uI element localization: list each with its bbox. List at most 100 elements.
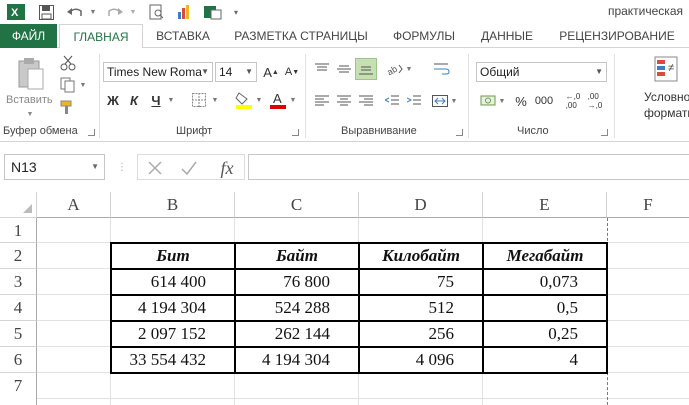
decrease-indent-icon[interactable]	[383, 92, 401, 110]
undo-icon[interactable]	[64, 3, 86, 21]
decrease-font-icon[interactable]: A ▼	[283, 62, 301, 82]
increase-font-icon[interactable]: A ▲	[261, 62, 281, 82]
orientation-icon[interactable]: ab	[385, 60, 405, 78]
name-box[interactable]: N13 ▼	[4, 154, 105, 180]
save-icon[interactable]	[36, 3, 56, 21]
decrease-decimal-icon[interactable]: ,00 →,0	[586, 92, 604, 110]
font-launcher-icon[interactable]	[292, 129, 299, 136]
table-cell[interactable]: 0,25	[484, 324, 578, 344]
table-cell[interactable]: 524 288	[236, 298, 330, 318]
table-cell[interactable]: 262 144	[236, 324, 330, 344]
increase-decimal-icon[interactable]: ←,0,00	[564, 92, 582, 110]
column-header-b[interactable]: B	[111, 192, 235, 218]
row-header-6[interactable]: 6	[0, 347, 37, 373]
number-launcher-icon[interactable]	[601, 129, 608, 136]
font-color-dropdown-icon[interactable]: ▼	[288, 94, 298, 106]
currency-format-icon[interactable]	[478, 92, 498, 110]
tab-formulas[interactable]: ФОРМУЛЫ	[384, 24, 464, 48]
thousands-separator-button[interactable]: 000	[532, 92, 556, 110]
bold-button[interactable]: Ж	[105, 90, 121, 110]
cut-icon[interactable]	[58, 54, 78, 72]
copy-dropdown-icon[interactable]: ▼	[79, 78, 87, 92]
align-middle-icon[interactable]	[335, 60, 353, 78]
table-cell[interactable]: 4 194 304	[236, 350, 330, 370]
table-cell[interactable]: 256	[360, 324, 455, 344]
column-header-a[interactable]: A	[37, 192, 111, 218]
redo-icon[interactable]	[104, 3, 126, 21]
align-center-icon[interactable]	[335, 92, 353, 110]
merge-center-icon[interactable]	[430, 92, 450, 110]
tab-home[interactable]: ГЛАВНАЯ	[59, 24, 143, 49]
column-header-d[interactable]: D	[359, 192, 483, 218]
table-cell[interactable]: 512	[360, 298, 455, 318]
clipboard-launcher-icon[interactable]	[88, 129, 95, 136]
redo-dropdown-icon[interactable]: ▼	[128, 3, 138, 21]
fill-color-icon[interactable]	[234, 90, 254, 110]
table-cell[interactable]: 33 554 432	[112, 350, 207, 370]
underline-dropdown-icon[interactable]: ▼	[166, 94, 176, 106]
enter-icon[interactable]	[178, 157, 200, 179]
cancel-icon[interactable]	[144, 157, 166, 179]
percent-button[interactable]: %	[512, 92, 530, 110]
row-header-2[interactable]: 2	[0, 243, 37, 269]
increase-indent-icon[interactable]	[405, 92, 423, 110]
table-cell[interactable]: 0,073	[484, 272, 578, 292]
customize-toolbar-icon[interactable]: ▾	[230, 3, 242, 21]
font-color-icon[interactable]: A	[268, 90, 288, 110]
row-header-5[interactable]: 5	[0, 321, 37, 347]
number-format-select[interactable]: Общий ▼	[476, 62, 607, 82]
table-cell[interactable]: 4 096	[360, 350, 454, 370]
alignment-launcher-icon[interactable]	[456, 129, 463, 136]
copy-icon[interactable]	[58, 76, 78, 94]
table-cell[interactable]: 75	[360, 272, 454, 292]
table-cell[interactable]: 76 800	[236, 272, 330, 292]
row-header-4[interactable]: 4	[0, 295, 37, 321]
column-header-f[interactable]: F	[607, 192, 689, 218]
row-header-7[interactable]: 7	[0, 373, 37, 405]
row-header-3[interactable]: 3	[0, 269, 37, 295]
tab-review[interactable]: РЕЦЕНЗИРОВАНИЕ	[552, 24, 682, 48]
conditional-formatting-button[interactable]: Условно	[644, 90, 689, 104]
table-cell[interactable]: 614 400	[112, 272, 206, 292]
formula-input[interactable]	[248, 154, 689, 180]
borders-dropdown-icon[interactable]: ▼	[210, 94, 220, 106]
font-name-select[interactable]: Times New Roma ▼	[103, 62, 213, 82]
align-right-icon[interactable]	[357, 92, 375, 110]
borders-icon[interactable]	[190, 90, 208, 110]
underline-button[interactable]: Ч	[148, 90, 164, 110]
tab-file[interactable]: ФАЙЛ	[0, 24, 57, 48]
table-header-byte[interactable]: Байт	[236, 246, 358, 266]
align-bottom-icon[interactable]	[355, 58, 377, 80]
paste-dropdown-icon[interactable]: ▼	[22, 109, 38, 119]
align-top-icon[interactable]	[313, 60, 331, 78]
table-header-megabyte[interactable]: Мегабайт	[484, 246, 606, 266]
table-cell[interactable]: 4	[484, 350, 579, 370]
merge-dropdown-icon[interactable]: ▼	[450, 96, 458, 106]
select-all-corner[interactable]	[0, 192, 37, 218]
format-painter-icon[interactable]	[58, 98, 78, 116]
tab-data[interactable]: ДАННЫЕ	[474, 24, 540, 48]
chart-icon[interactable]	[174, 3, 194, 21]
table-cell[interactable]: 0,5	[484, 298, 578, 318]
align-left-icon[interactable]	[313, 92, 331, 110]
tab-insert[interactable]: ВСТАВКА	[150, 24, 216, 48]
wrap-text-icon[interactable]	[432, 60, 452, 78]
table-cell[interactable]: 4 194 304	[112, 298, 206, 318]
currency-dropdown-icon[interactable]: ▼	[498, 96, 506, 106]
table-header-bit[interactable]: Бит	[112, 246, 234, 266]
orientation-dropdown-icon[interactable]: ▼	[405, 64, 413, 74]
insert-function-icon[interactable]: fx	[214, 157, 240, 179]
sheet-options-icon[interactable]	[202, 3, 224, 21]
table-cell[interactable]: 2 097 152	[112, 324, 206, 344]
table-header-kilobyte[interactable]: Килобайт	[360, 246, 482, 266]
row-header-1[interactable]: 1	[0, 218, 37, 243]
undo-dropdown-icon[interactable]: ▼	[88, 3, 98, 21]
tab-page-layout[interactable]: РАЗМЕТКА СТРАНИЦЫ	[228, 24, 374, 48]
paste-button[interactable]: Вставить	[6, 94, 53, 106]
print-preview-icon[interactable]	[146, 3, 166, 21]
paste-icon[interactable]	[14, 56, 48, 92]
font-size-select[interactable]: 14 ▼	[215, 62, 257, 82]
column-header-c[interactable]: C	[235, 192, 359, 218]
conditional-formatting-icon[interactable]: ≠	[652, 54, 682, 84]
italic-button[interactable]: К	[126, 90, 142, 110]
